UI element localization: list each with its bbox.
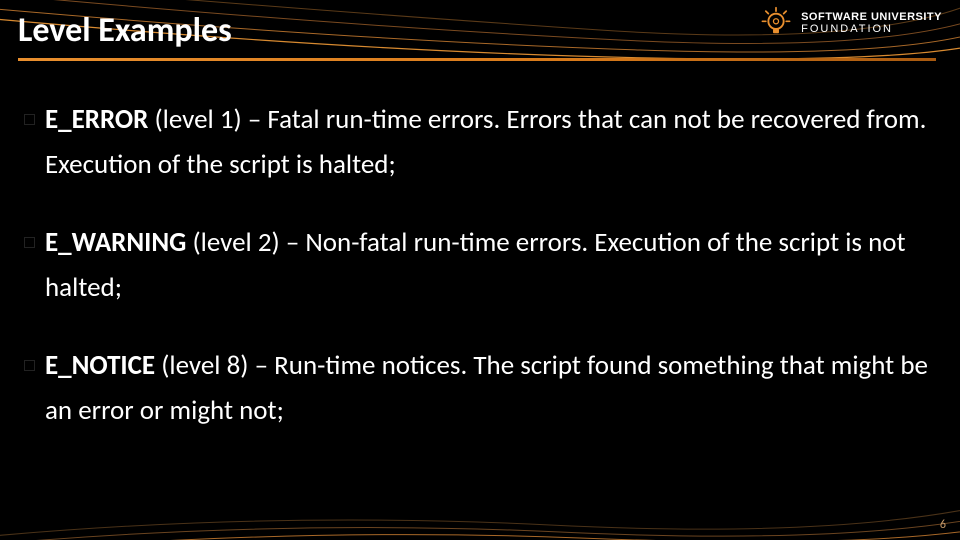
error-code: E_WARNING xyxy=(45,226,186,259)
bullet-text: E_WARNING (level 2) – Non-fatal run-time… xyxy=(45,221,936,310)
slide: Level Examples SOFTWARE UNIVERSITY FOUND… xyxy=(0,0,960,540)
level-label: (level 1) xyxy=(155,103,242,136)
slide-title: Level Examples xyxy=(18,10,232,51)
bullet-text: E_ERROR (level 1) – Fatal run-time error… xyxy=(45,98,936,187)
logo-line-1: SOFTWARE UNIVERSITY xyxy=(801,12,942,23)
page-number: 6 xyxy=(940,518,946,532)
bullet-item: E_ERROR (level 1) – Fatal run-time error… xyxy=(24,98,936,187)
separator: – xyxy=(248,103,261,136)
logo-text: SOFTWARE UNIVERSITY FOUNDATION xyxy=(801,12,942,35)
separator: – xyxy=(255,349,268,382)
bullet-square-icon xyxy=(24,237,35,248)
separator: – xyxy=(286,226,299,259)
lightbulb-gear-icon xyxy=(759,6,793,40)
level-label: (level 8) xyxy=(161,349,248,382)
error-code: E_ERROR xyxy=(45,103,148,136)
level-label: (level 2) xyxy=(192,226,279,259)
bullet-text: E_NOTICE (level 8) – Run-time notices. T… xyxy=(45,344,936,433)
logo: SOFTWARE UNIVERSITY FOUNDATION xyxy=(759,6,942,40)
logo-line-2: FOUNDATION xyxy=(801,24,942,35)
error-code: E_NOTICE xyxy=(45,349,155,382)
bullet-item: E_WARNING (level 2) – Non-fatal run-time… xyxy=(24,221,936,310)
bullet-square-icon xyxy=(24,360,35,371)
bullet-square-icon xyxy=(24,114,35,125)
bullet-list: E_ERROR (level 1) – Fatal run-time error… xyxy=(24,98,936,467)
title-underline xyxy=(18,58,936,61)
bullet-item: E_NOTICE (level 8) – Run-time notices. T… xyxy=(24,344,936,433)
